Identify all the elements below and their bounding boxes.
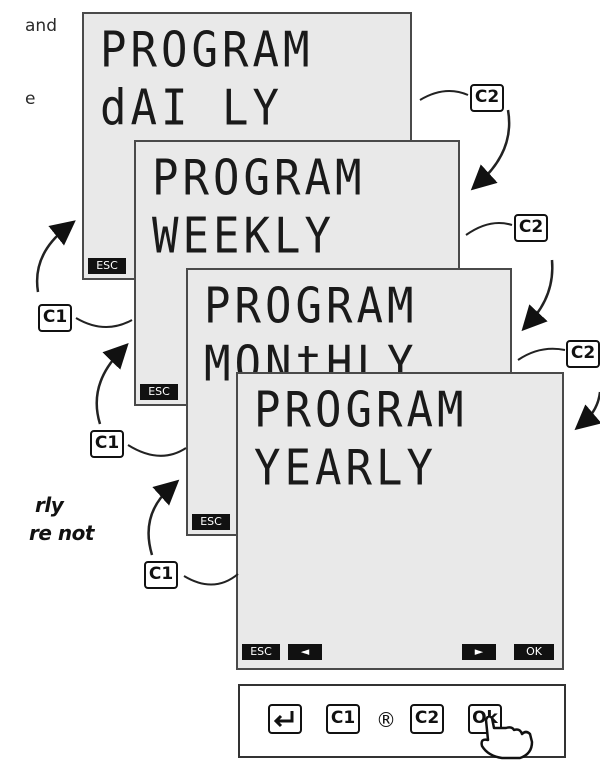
c1-key-label: C1 (144, 561, 178, 589)
c2-key-label: C2 (470, 84, 504, 112)
c2-connector-1 (419, 90, 469, 101)
c1-arrow-2 (95, 343, 129, 425)
flow-arrows (35, 90, 600, 586)
button-bar: C1 ® C2 Ok (238, 684, 566, 760)
pointing-hand-icon (480, 716, 534, 760)
c2-arrow-2 (521, 259, 554, 332)
c2-arrow-3 (574, 391, 600, 431)
registered-mark: ® (376, 708, 396, 732)
c1-connector-2 (127, 444, 187, 457)
c2-connector-2 (465, 222, 513, 236)
c1-connector-1 (75, 317, 133, 328)
enter-icon (273, 711, 294, 728)
c2-key-label: C2 (514, 214, 548, 242)
c1-arrow-3 (147, 479, 180, 556)
c1-key-label: C1 (90, 430, 124, 458)
c1-connector-3 (183, 573, 239, 586)
c2-connector-3 (517, 347, 566, 361)
c1-button[interactable]: C1 (326, 704, 360, 734)
c1-arrow-1 (35, 220, 76, 293)
c1-key-label: C1 (38, 304, 72, 332)
c2-arrow-1 (470, 109, 511, 191)
c2-button[interactable]: C2 (410, 704, 444, 734)
c2-key-label: C2 (566, 340, 600, 368)
enter-button[interactable] (268, 704, 302, 734)
